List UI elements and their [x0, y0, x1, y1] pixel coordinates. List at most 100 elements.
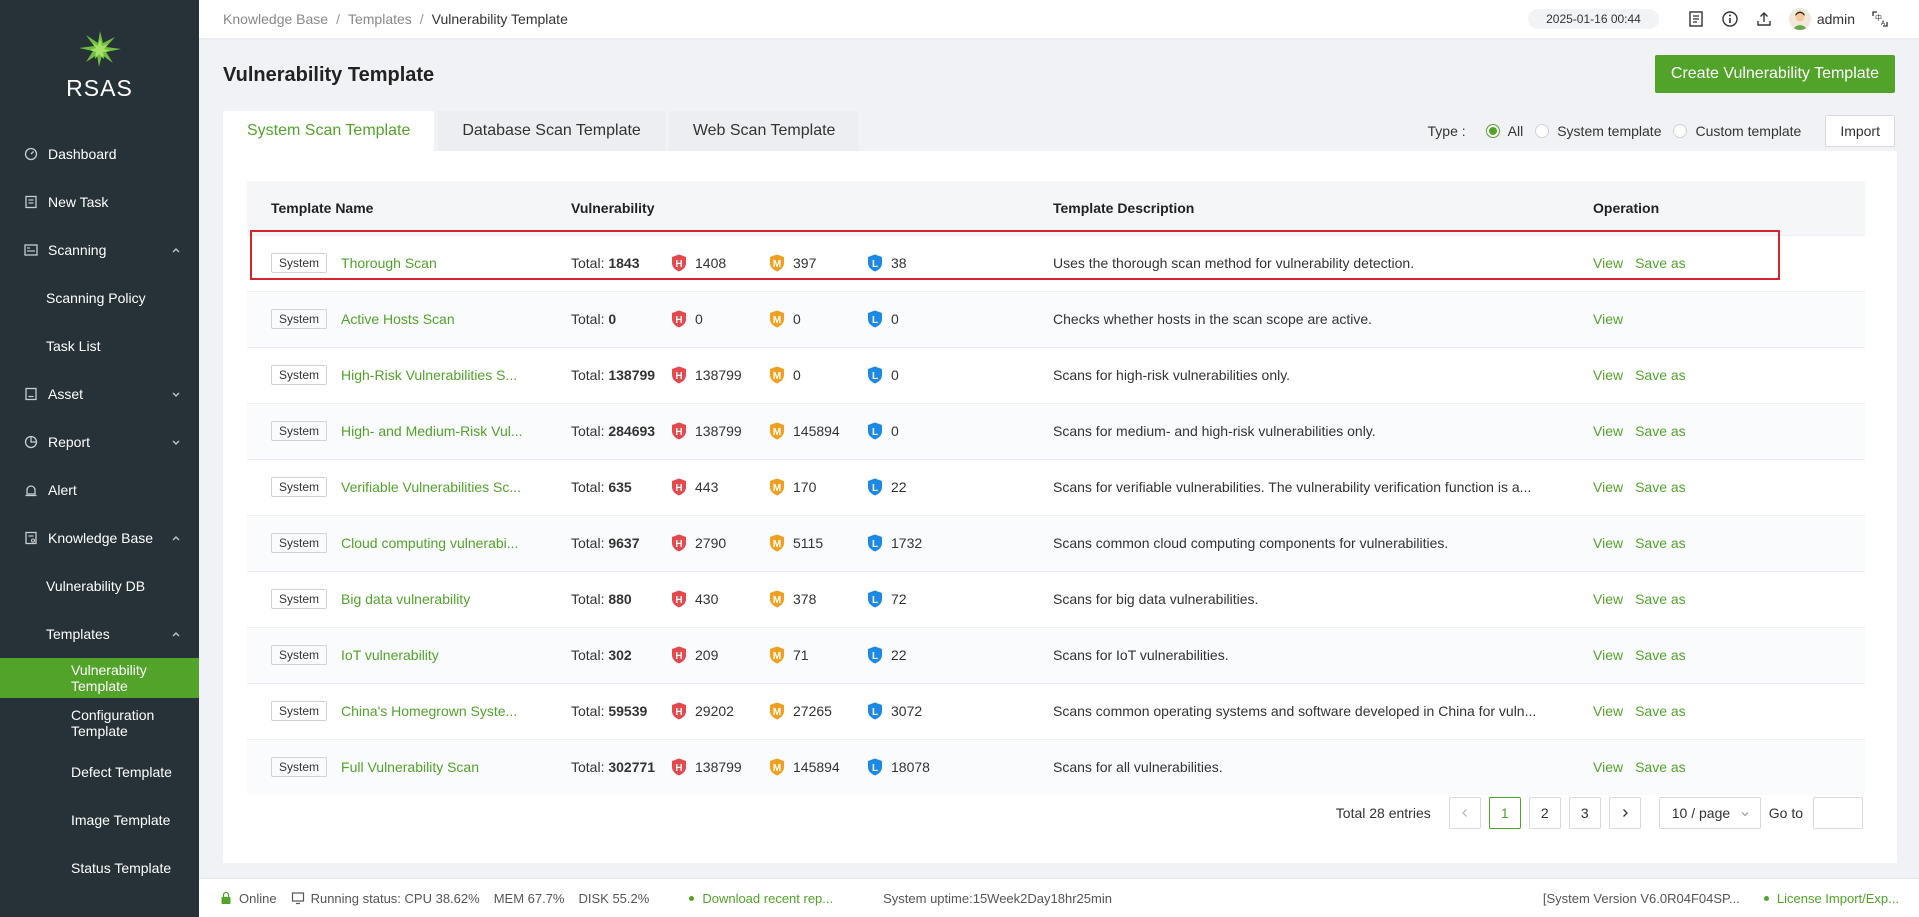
template-name-link[interactable]: Cloud computing vulnerabi...	[341, 535, 518, 551]
high-risk-icon: H	[671, 646, 687, 664]
sidebar-item-new-task[interactable]: New Task	[0, 178, 199, 226]
template-name-link[interactable]: Active Hosts Scan	[341, 311, 455, 327]
table-header-row: Template Name Vulnerability Template Des…	[247, 181, 1865, 235]
page-button-2[interactable]: 2	[1528, 797, 1561, 829]
chevron-right-icon	[1622, 809, 1628, 817]
datetime-display: 2025-01-16 00:44	[1528, 9, 1659, 29]
high-count: H 29202	[671, 702, 769, 720]
low-count: L0	[867, 422, 899, 440]
tab-system-scan-template[interactable]: System Scan Template	[223, 111, 435, 151]
radio-system-template[interactable]: System template	[1535, 123, 1661, 139]
view-link[interactable]: View	[1593, 591, 1623, 607]
radio-custom-template[interactable]: Custom template	[1673, 123, 1801, 139]
total-label: Total:	[571, 759, 605, 776]
document-icon[interactable]	[1687, 10, 1705, 28]
view-link[interactable]: View	[1593, 479, 1623, 495]
user-menu[interactable]: admin	[1788, 8, 1855, 30]
svg-text:H: H	[675, 315, 682, 326]
sidebar-item-dashboard[interactable]: Dashboard	[0, 130, 199, 178]
svg-text:H: H	[675, 371, 682, 382]
license-link[interactable]: License Import/Exp...	[1763, 891, 1899, 906]
save-as-link[interactable]: Save as	[1635, 367, 1686, 383]
svg-text:H: H	[675, 595, 682, 606]
new-task-icon	[24, 195, 38, 209]
svg-text:M: M	[773, 427, 781, 438]
template-name-link[interactable]: High-Risk Vulnerabilities S...	[341, 367, 517, 383]
view-link[interactable]: View	[1593, 759, 1623, 775]
template-name-link[interactable]: Full Vulnerability Scan	[341, 759, 479, 775]
save-as-link[interactable]: Save as	[1635, 703, 1686, 719]
medium-value: 145894	[793, 759, 840, 776]
sidebar-item-scanning[interactable]: Scanning	[0, 226, 199, 274]
low-count: L 3072	[867, 702, 922, 720]
breadcrumb-item[interactable]: Knowledge Base	[223, 11, 328, 27]
sidebar-item-task-list[interactable]: Task List	[0, 322, 199, 370]
sidebar-item-defect-template[interactable]: Defect Template	[0, 748, 199, 796]
template-name-link[interactable]: China's Homegrown Syste...	[341, 703, 517, 719]
page-size-select[interactable]: 10 / page	[1658, 797, 1761, 829]
import-button[interactable]: Import	[1825, 115, 1895, 147]
svg-text:M: M	[773, 763, 781, 774]
save-as-link[interactable]: Save as	[1635, 535, 1686, 551]
sidebar-item-label: Scanning Policy	[46, 290, 146, 306]
sidebar-item-configuration-template[interactable]: Configuration Template	[0, 698, 199, 748]
high-value: 1408	[695, 255, 727, 271]
next-page-button[interactable]	[1608, 797, 1641, 829]
svg-text:L: L	[872, 483, 878, 494]
create-vulnerability-template-button[interactable]: Create Vulnerability Template	[1654, 55, 1895, 93]
low-risk-icon: L	[867, 702, 883, 720]
template-name-link[interactable]: IoT vulnerability	[341, 647, 439, 663]
view-link[interactable]: View	[1593, 367, 1623, 383]
template-name-link[interactable]: Verifiable Vulnerabilities Sc...	[341, 479, 521, 495]
template-description: Scans common operating systems and softw…	[1029, 682, 1569, 739]
sidebar-item-vulnerability-db[interactable]: Vulnerability DB	[0, 562, 199, 610]
language-icon[interactable]: 中A	[1871, 10, 1889, 28]
upload-icon[interactable]	[1755, 10, 1773, 28]
view-link[interactable]: View	[1593, 703, 1623, 719]
breadcrumb-item[interactable]: Templates	[348, 11, 412, 27]
table-row: System Cloud computing vulnerabi... Total:…	[247, 514, 1865, 571]
svg-text:L: L	[872, 427, 878, 438]
svg-text:M: M	[773, 707, 781, 718]
radio-all[interactable]: All	[1485, 123, 1523, 139]
tab-web-scan-template[interactable]: Web Scan Template	[668, 111, 860, 151]
table-row: System China's Homegrown Syste... Total: 5…	[247, 682, 1865, 739]
goto-input[interactable]	[1813, 797, 1863, 829]
sidebar-item-image-template[interactable]: Image Template	[0, 796, 199, 844]
template-name-link[interactable]: Thorough Scan	[341, 255, 437, 271]
save-as-link[interactable]: Save as	[1635, 759, 1686, 775]
svg-text:H: H	[675, 763, 682, 774]
sidebar-item-knowledge-base[interactable]: Knowledge Base	[0, 514, 199, 562]
view-link[interactable]: View	[1593, 647, 1623, 663]
prev-page-button[interactable]	[1448, 797, 1481, 829]
download-report-link[interactable]: Download recent rep...	[689, 891, 833, 906]
template-name-link[interactable]: High- and Medium-Risk Vul...	[341, 423, 523, 439]
save-as-link[interactable]: Save as	[1635, 423, 1686, 439]
page-button-1[interactable]: 1	[1488, 797, 1521, 829]
total-count: Total: 0	[571, 311, 671, 327]
info-icon[interactable]	[1721, 10, 1739, 28]
total-entries: Total 28 entries	[1335, 805, 1431, 821]
high-risk-icon: H	[671, 478, 687, 496]
save-as-link[interactable]: Save as	[1635, 647, 1686, 663]
tab-database-scan-template[interactable]: Database Scan Template	[438, 111, 665, 151]
sidebar-item-report[interactable]: Report	[0, 418, 199, 466]
sidebar-item-asset[interactable]: Asset	[0, 370, 199, 418]
save-as-link[interactable]: Save as	[1635, 479, 1686, 495]
sidebar-item-status-template[interactable]: Status Template	[0, 844, 199, 892]
page-button-3[interactable]: 3	[1568, 797, 1601, 829]
view-link[interactable]: View	[1593, 255, 1623, 271]
sidebar-item-scanning-policy[interactable]: Scanning Policy	[0, 274, 199, 322]
template-name-cell: System Big data vulnerability	[247, 570, 547, 627]
save-as-link[interactable]: Save as	[1635, 591, 1686, 607]
save-as-link[interactable]: Save as	[1635, 255, 1686, 271]
chevron-left-icon	[1461, 809, 1467, 817]
sidebar-item-templates[interactable]: Templates	[0, 610, 199, 658]
sidebar-item-label: Status Template	[71, 860, 172, 876]
view-link[interactable]: View	[1593, 423, 1623, 439]
sidebar-item-alert[interactable]: Alert	[0, 466, 199, 514]
sidebar-item-vulnerability-template[interactable]: Vulnerability Template	[0, 658, 199, 698]
view-link[interactable]: View	[1593, 535, 1623, 551]
template-name-link[interactable]: Big data vulnerability	[341, 591, 470, 607]
view-link[interactable]: View	[1593, 311, 1623, 327]
